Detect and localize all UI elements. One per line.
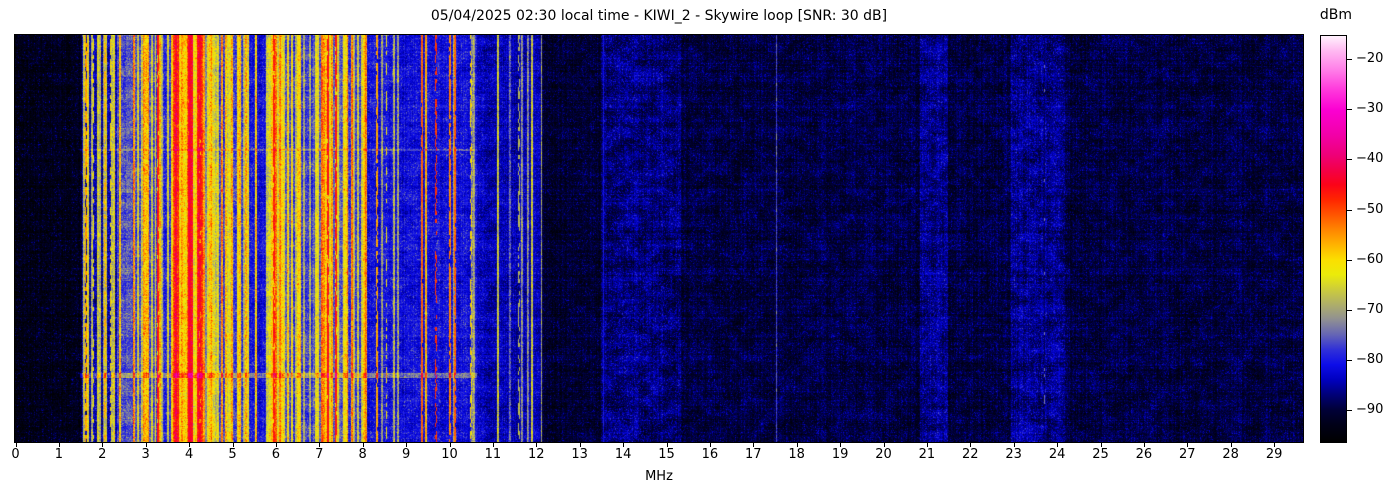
x-tick-label: 18 <box>788 447 805 462</box>
x-tick-label: 23 <box>1005 447 1022 462</box>
x-tick-label: 1 <box>54 447 64 462</box>
colorbar-tick-label: −40 <box>1356 151 1384 167</box>
colorbar <box>1320 35 1347 443</box>
x-tick-label: 12 <box>528 447 545 462</box>
colorbar-tick-mark <box>1347 310 1352 311</box>
plot-area <box>14 34 1304 443</box>
x-tick-label: 11 <box>484 447 502 462</box>
x-tick-label: 19 <box>831 447 849 462</box>
plot-title: 05/04/2025 02:30 local time - KIWI_2 - S… <box>430 8 888 24</box>
x-tick-label: 27 <box>1179 447 1196 462</box>
x-tick-label: 25 <box>1092 447 1109 462</box>
colorbar-tick-mark <box>1347 59 1352 61</box>
colorbar-tick-label: −90 <box>1356 402 1384 418</box>
spectrogram-figure: 05/04/2025 02:30 local time - KIWI_2 - S… <box>0 0 1400 500</box>
x-tick-label: 29 <box>1265 447 1283 462</box>
x-tick-label: 6 <box>271 447 281 462</box>
x-tick-label: 16 <box>701 447 719 462</box>
colorbar-tick-mark <box>1347 360 1352 362</box>
x-tick-label: 5 <box>228 447 237 462</box>
x-tick-label: 4 <box>184 447 194 462</box>
x-tick-label: 8 <box>358 447 367 462</box>
spectrogram-canvas <box>15 35 1303 442</box>
colorbar-tick-label: −60 <box>1356 251 1384 267</box>
colorbar-tick-label: −80 <box>1356 352 1384 368</box>
x-tick-label: 2 <box>98 447 107 462</box>
colorbar-gradient <box>1321 36 1346 442</box>
x-tick-label: 10 <box>441 447 458 462</box>
x-tick-label: 21 <box>918 447 936 462</box>
x-tick-label: 14 <box>614 447 632 462</box>
x-tick-label: 3 <box>141 447 150 462</box>
x-tick-label: 15 <box>658 447 675 462</box>
x-tick-label: 7 <box>315 447 324 462</box>
colorbar-label: dBm <box>1319 7 1353 23</box>
x-tick-label: 24 <box>1048 447 1066 462</box>
colorbar-tick-label: −20 <box>1356 51 1384 67</box>
colorbar-tick-mark <box>1347 159 1352 161</box>
x-tick-label: 9 <box>401 447 411 462</box>
x-tick-label: 22 <box>962 447 979 462</box>
x-axis-label: MHz <box>645 469 673 484</box>
x-tick-label: 26 <box>1135 447 1153 462</box>
x-tick-label: 0 <box>11 447 20 462</box>
colorbar-tick-mark <box>1347 259 1352 261</box>
x-tick-label: 28 <box>1222 447 1239 462</box>
colorbar-tick-label: −30 <box>1356 101 1384 117</box>
colorbar-tick-mark <box>1347 109 1352 111</box>
colorbar-tick-label: −50 <box>1356 201 1384 217</box>
x-tick-label: 20 <box>875 447 892 462</box>
x-tick-label: 13 <box>571 447 588 462</box>
colorbar-tick-label: −70 <box>1356 302 1384 317</box>
colorbar-tick-mark <box>1347 209 1352 211</box>
colorbar-tick-mark <box>1347 410 1352 412</box>
x-tick-label: 17 <box>745 447 762 462</box>
